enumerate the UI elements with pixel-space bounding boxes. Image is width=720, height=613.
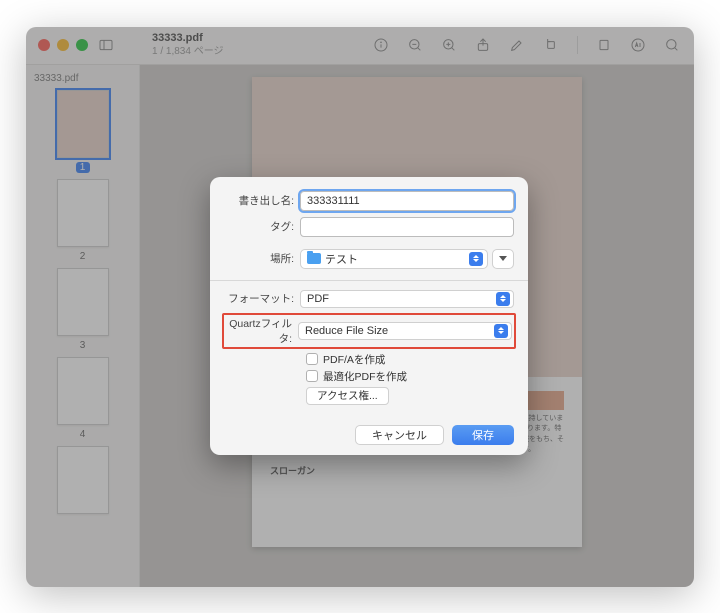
- save-button-label: 保存: [472, 427, 494, 443]
- dialog-separator: [210, 280, 528, 281]
- permissions-button-label: アクセス権...: [317, 388, 378, 403]
- linearized-label: 最適化PDFを作成: [323, 369, 407, 384]
- folder-icon: [307, 253, 321, 264]
- tags-label: タグ:: [224, 219, 294, 234]
- expand-save-panel-button[interactable]: [492, 249, 514, 269]
- linearized-checkbox[interactable]: [306, 370, 318, 382]
- format-select[interactable]: PDF: [300, 290, 514, 308]
- quartz-filter-label: Quartzフィルタ:: [224, 316, 292, 346]
- format-label: フォーマット:: [224, 291, 294, 306]
- name-label: 書き出し名:: [224, 193, 294, 208]
- permissions-button[interactable]: アクセス権...: [306, 387, 389, 405]
- tags-input[interactable]: [300, 217, 514, 237]
- location-popup[interactable]: テスト: [300, 249, 488, 269]
- quartz-filter-select[interactable]: Reduce File Size: [298, 322, 512, 340]
- pdfa-label: PDF/Aを作成: [323, 352, 385, 367]
- export-name-input[interactable]: [300, 191, 514, 211]
- format-value: PDF: [307, 293, 329, 305]
- location-label: 場所:: [224, 251, 294, 266]
- cancel-button-label: キャンセル: [372, 427, 427, 443]
- export-dialog: 書き出し名: タグ: 場所: テスト フォーマット: PDF: [210, 177, 528, 455]
- location-value: テスト: [325, 251, 358, 267]
- popup-arrows-icon: [496, 292, 510, 306]
- cancel-button[interactable]: キャンセル: [355, 425, 444, 445]
- preview-window: 33333.pdf 1 / 1,834 ページ 33333.pdf 1 2 3: [26, 27, 694, 587]
- quartz-filter-highlight: Quartzフィルタ: Reduce File Size: [222, 313, 516, 349]
- pdfa-checkbox[interactable]: [306, 353, 318, 365]
- popup-arrows-icon: [494, 324, 508, 338]
- popup-arrows-icon: [469, 252, 483, 266]
- quartz-filter-value: Reduce File Size: [305, 325, 388, 337]
- save-button[interactable]: 保存: [452, 425, 514, 445]
